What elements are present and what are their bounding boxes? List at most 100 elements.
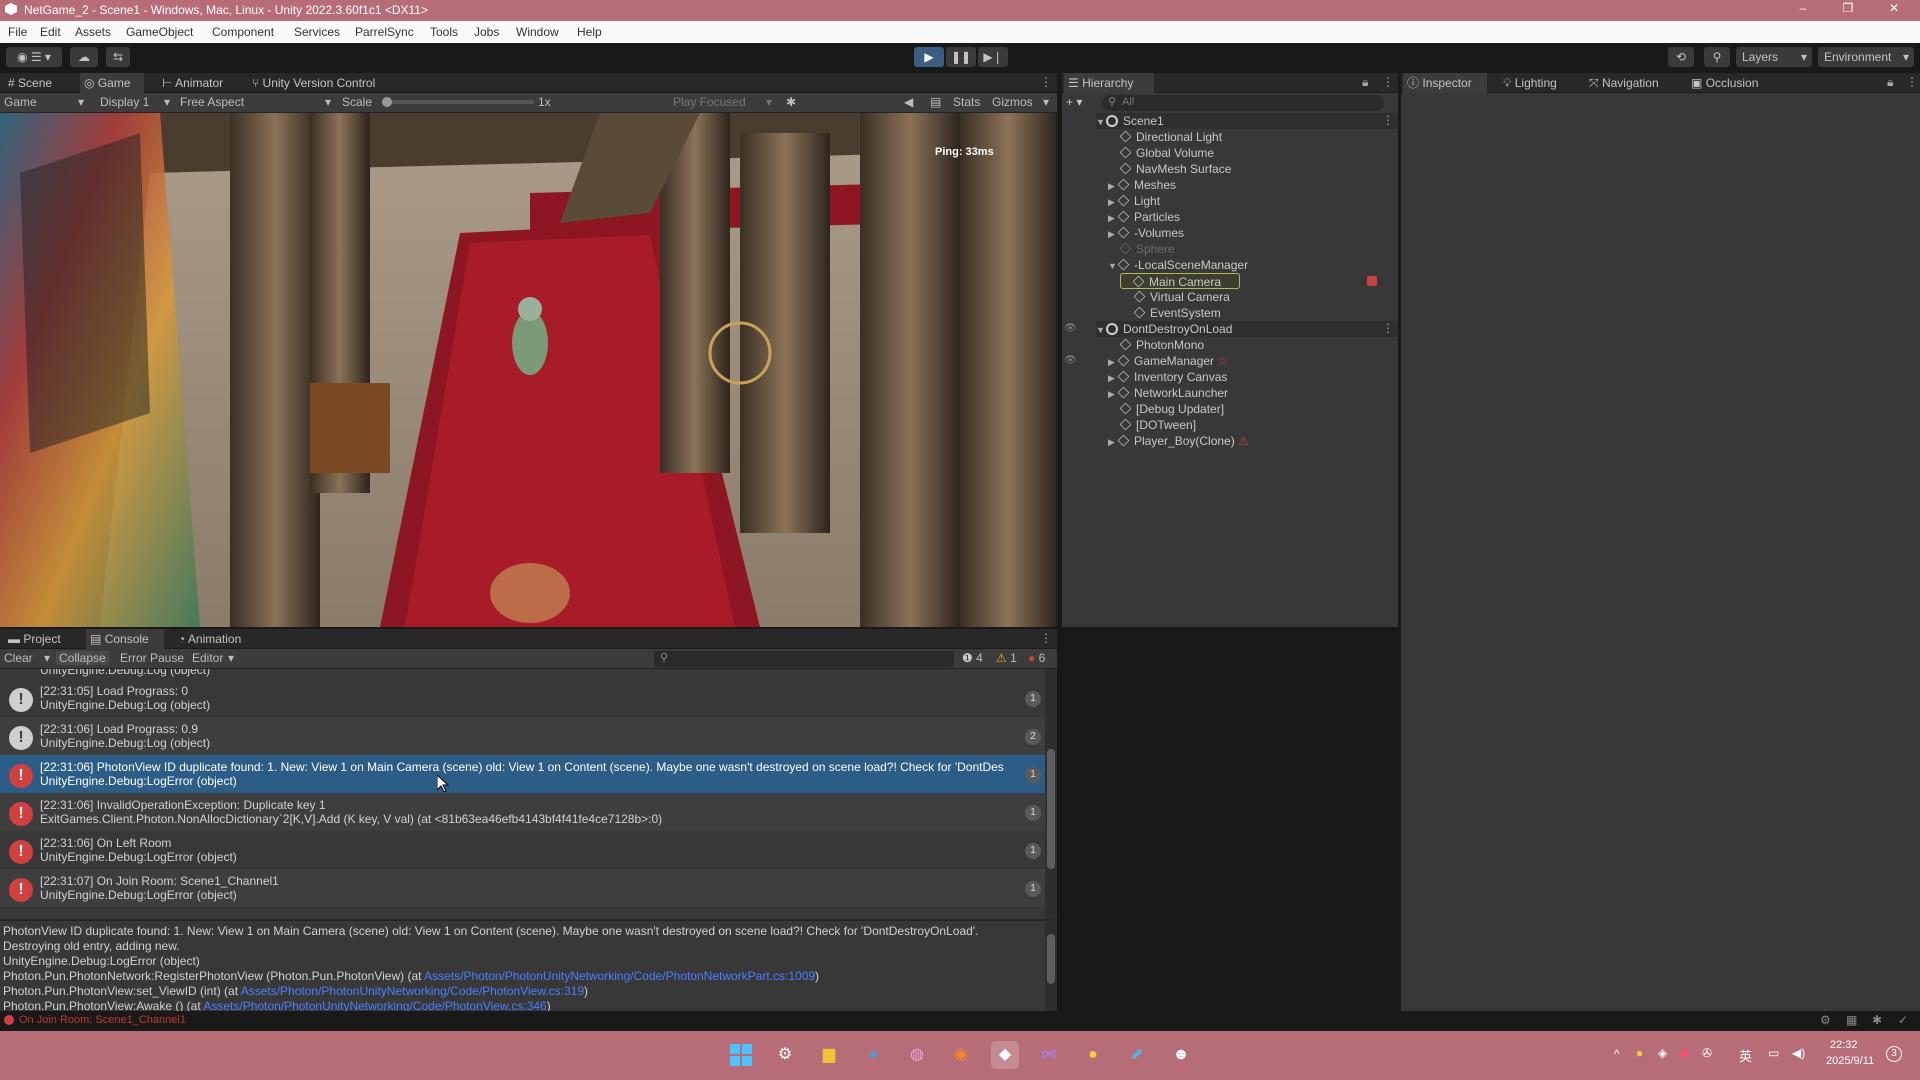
source-link[interactable]: Assets/Photon/PhotonUnityNetworking/Code… xyxy=(424,969,815,983)
hierarchy-item-localscenemanager[interactable]: ▼ -LocalSceneManager xyxy=(1108,257,1248,273)
console-list-scrollbar[interactable] xyxy=(1045,669,1057,919)
tab-occlusion[interactable]: ▣ Occlusion xyxy=(1687,73,1773,93)
history-button[interactable]: ⟲ xyxy=(1668,47,1694,67)
search-button[interactable]: ⚲ xyxy=(1704,47,1730,67)
chevron-up-icon[interactable]: ^ xyxy=(1614,1047,1620,1061)
close-button[interactable]: ✕ xyxy=(1876,1,1912,19)
display-dropdown[interactable]: Display 1 xyxy=(100,95,149,109)
clock-time[interactable]: 22:32 xyxy=(1830,1039,1858,1051)
tray-app-icon[interactable]: ✇ xyxy=(1702,1046,1712,1060)
hierarchy-item-light[interactable]: ▶ Light xyxy=(1108,193,1160,209)
visibility-icon[interactable]: 👁︎ xyxy=(1064,355,1077,366)
hierarchy-item-sphere[interactable]: Sphere xyxy=(1119,241,1175,257)
add-object-button[interactable]: + ▾ xyxy=(1066,95,1082,109)
hierarchy-item-dontdestroyonload[interactable]: ▼ DontDestroyOnLoad xyxy=(1096,321,1398,337)
error-filter-button[interactable]: ● 6 xyxy=(1028,651,1045,665)
taskbar-visual-studio[interactable]: ⋈ xyxy=(1035,1041,1063,1069)
hierarchy-item-virtual-camera[interactable]: Virtual Camera xyxy=(1133,289,1230,305)
tray-app-icon[interactable]: ● xyxy=(1636,1046,1643,1060)
collapse-button[interactable]: Collapse xyxy=(56,651,109,665)
play-button[interactable]: ▶ xyxy=(914,47,944,67)
menu-help[interactable]: Help xyxy=(577,25,602,39)
hierarchy-item-inventory-canvas[interactable]: ▶ Inventory Canvas xyxy=(1108,369,1227,385)
ime-indicator[interactable]: 英 xyxy=(1739,1046,1752,1065)
tab-hierarchy[interactable]: ☰ Hierarchy xyxy=(1064,73,1154,93)
taskbar-unity[interactable]: ◆ xyxy=(991,1041,1019,1069)
lock-icon[interactable]: 🔒︎ xyxy=(1362,75,1368,90)
scrollbar-thumb[interactable] xyxy=(1047,934,1055,984)
menu-parrelsync[interactable]: ParrelSync xyxy=(355,25,414,39)
tab-animator[interactable]: ⊢ Animator xyxy=(158,73,234,93)
source-link[interactable]: Assets/Photon/PhotonUnityNetworking/Code… xyxy=(241,984,584,998)
stats-button[interactable]: Stats xyxy=(953,95,980,109)
menu-component[interactable]: Component xyxy=(212,25,274,39)
tab-navigation[interactable]: ⤧ Navigation xyxy=(1585,73,1675,93)
menu-services[interactable]: Services xyxy=(294,25,340,39)
tab-game[interactable]: ◎ Game xyxy=(80,73,144,93)
hierarchy-item-navmesh-surface[interactable]: NavMesh Surface xyxy=(1119,161,1231,177)
play-mode-dropdown[interactable]: Play Focused xyxy=(673,95,746,109)
mute-audio-icon[interactable]: ◀ xyxy=(904,95,913,109)
taskbar-qq[interactable]: ☻ xyxy=(1167,1041,1195,1069)
start-button[interactable] xyxy=(727,1041,755,1069)
cloud-button[interactable]: ☁ xyxy=(70,47,98,67)
menu-tools[interactable]: Tools xyxy=(430,25,458,39)
network-icon[interactable]: ▭ xyxy=(1768,1046,1779,1060)
scale-slider-handle[interactable] xyxy=(382,97,392,107)
more-menu-icon[interactable]: ⋮ xyxy=(1382,113,1394,127)
tab-console[interactable]: ▤ Console xyxy=(86,629,164,649)
tab-inspector[interactable]: ⓘ Inspector xyxy=(1403,73,1487,93)
more-menu-icon[interactable]: ⋮ xyxy=(1040,75,1052,89)
menu-window[interactable]: Window xyxy=(516,25,559,39)
console-entry[interactable]: ! [22:31:05] Load Prograss: 0 UnityEngin… xyxy=(0,679,1053,717)
hierarchy-item-main-camera[interactable]: Main Camera xyxy=(1120,273,1240,289)
chevron-down-icon[interactable]: ▾ xyxy=(44,651,50,665)
taskbar-settings[interactable]: ⚙ xyxy=(771,1041,799,1069)
menu-jobs[interactable]: Jobs xyxy=(474,25,499,39)
tab-lighting[interactable]: 💡︎ Lighting xyxy=(1499,73,1573,93)
hierarchy-item-meshes[interactable]: ▶ Meshes xyxy=(1108,177,1176,193)
editor-dropdown[interactable]: Editor xyxy=(192,651,223,665)
taskbar-app[interactable]: ◍ xyxy=(903,1041,931,1069)
more-menu-icon[interactable]: ⋮ xyxy=(1906,75,1918,89)
hierarchy-item-volumes[interactable]: ▶ -Volumes xyxy=(1108,225,1184,241)
console-entry[interactable]: ! [22:31:07] On Join Room: Scene1_Channe… xyxy=(0,869,1053,907)
pause-button[interactable]: ❚❚ xyxy=(946,47,976,67)
warning-filter-button[interactable]: ⚠ 1 xyxy=(996,651,1017,665)
layers-dropdown[interactable]: Layers ▾ xyxy=(1736,47,1812,67)
more-menu-icon[interactable]: ⋮ xyxy=(1382,75,1394,89)
tab-scene[interactable]: # Scene xyxy=(4,73,66,93)
menu-file[interactable]: File xyxy=(8,25,27,39)
hierarchy-item-player-boy[interactable]: ▶ Player_Boy(Clone) ⚠ xyxy=(1108,433,1249,449)
environment-dropdown[interactable]: Environment ▾ xyxy=(1818,47,1914,67)
hierarchy-item-global-volume[interactable]: Global Volume xyxy=(1119,145,1214,161)
console-search-input[interactable]: ⚲ xyxy=(654,651,954,667)
console-entry-selected[interactable]: ! [22:31:06] PhotonView ID duplicate fou… xyxy=(0,755,1053,793)
more-menu-icon[interactable]: ⋮ xyxy=(1040,631,1052,645)
visibility-icon[interactable]: 👁︎ xyxy=(1064,323,1077,334)
taskbar-app-3[interactable]: ⬈ xyxy=(1123,1041,1151,1069)
aspect-dropdown[interactable]: Free Aspect xyxy=(180,95,244,109)
console-entry[interactable]: ! [22:31:06] Load Prograss: 0.9 UnityEng… xyxy=(0,717,1053,755)
hierarchy-item-particles[interactable]: ▶ Particles xyxy=(1108,209,1180,225)
notification-badge[interactable]: 3 xyxy=(1886,1046,1902,1062)
detail-scrollbar[interactable] xyxy=(1045,920,1057,1011)
taskbar-file-explorer[interactable]: ▆ xyxy=(815,1041,843,1069)
hierarchy-item-photonmono[interactable]: PhotonMono xyxy=(1119,337,1204,353)
hierarchy-item-directional-light[interactable]: Directional Light xyxy=(1119,129,1222,145)
menu-gameobject[interactable]: GameObject xyxy=(126,25,193,39)
scale-slider[interactable] xyxy=(382,97,534,107)
step-button[interactable]: ▶❘ xyxy=(978,47,1008,67)
hierarchy-item-eventsystem[interactable]: EventSystem xyxy=(1133,305,1221,321)
minimize-button[interactable]: – xyxy=(1785,1,1821,19)
tab-animation[interactable]: ◔ Animation xyxy=(174,629,260,649)
display-settings-icon[interactable]: ▤ xyxy=(930,95,941,109)
taskbar-blender[interactable]: ◉ xyxy=(947,1041,975,1069)
tab-version-control[interactable]: ⑂ Unity Version Control xyxy=(248,73,398,93)
lock-icon[interactable]: 🔒︎ xyxy=(1887,75,1893,90)
account-button[interactable]: ◉ ☰ ▾ xyxy=(6,47,62,67)
tray-app-icon[interactable]: ◈ xyxy=(1658,1046,1667,1060)
hierarchy-item-scene1[interactable]: ▼ Scene1 xyxy=(1096,113,1398,129)
game-viewport[interactable]: Ping: 33ms xyxy=(0,113,1057,627)
tab-project[interactable]: ▬ Project xyxy=(4,629,76,649)
